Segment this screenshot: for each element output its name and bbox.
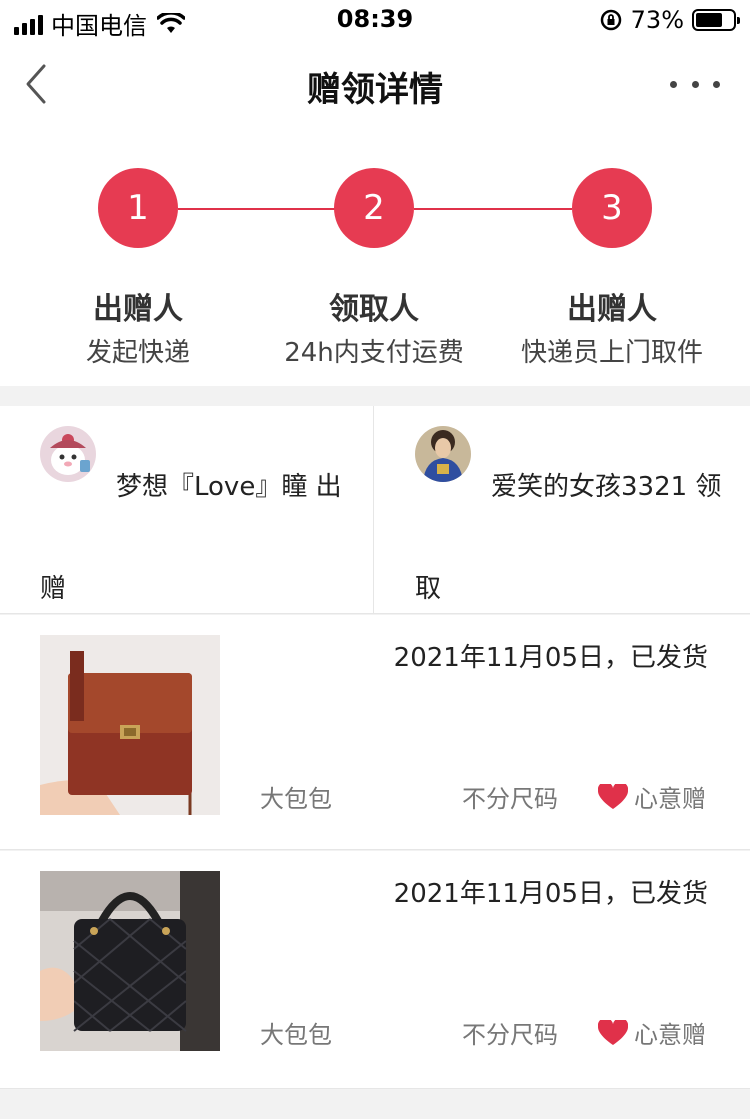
goods-tag-label: 心意赠 (634, 785, 706, 813)
giver-card[interactable]: 梦想『Love』瞳 出赠 (0, 406, 374, 614)
nav-bar: 赠领详情 (0, 40, 750, 128)
goods-name: 大包包 (260, 785, 332, 813)
goods-size: 不分尺码 (462, 1021, 558, 1049)
heart-icon (598, 783, 628, 809)
signal-icon (14, 13, 43, 35)
back-button[interactable] (18, 62, 58, 106)
goods-size: 不分尺码 (462, 785, 558, 813)
battery-percent: 73% (630, 6, 684, 34)
more-icon (670, 80, 677, 88)
step-1-title: 出赠人 (93, 292, 183, 327)
goods-tag: 心意赠 (598, 1015, 706, 1050)
goods-tag-label: 心意赠 (634, 1021, 706, 1049)
goods-status: 2021年11月05日，已发货 (393, 879, 708, 909)
step-1-desc: 发起快递 (85, 338, 190, 368)
step-3-title: 出赠人 (567, 292, 657, 327)
goods-item[interactable]: 2021年11月05日，已发货 大包包 不分尺码 心意赠 (0, 851, 750, 1089)
step-3-desc: 快递员上门取件 (520, 338, 703, 368)
step-2-desc: 24h内支付运费 (284, 338, 464, 368)
page-title: 赠领详情 (307, 70, 443, 110)
receiver-card[interactable]: 爱笑的女孩3321 领取 (375, 406, 750, 614)
more-button[interactable] (670, 70, 720, 98)
giver-text: 梦想『Love』瞳 出赠 (40, 472, 342, 604)
status-bar: 中国电信 08:39 73% (0, 0, 750, 40)
step-connector (414, 208, 572, 210)
receiver-text: 爱笑的女孩3321 领取 (415, 472, 722, 604)
step-2-number: 2 (334, 168, 414, 248)
step-1-number: 1 (98, 168, 178, 248)
rotation-lock-icon (600, 9, 621, 31)
carrier-label: 中国电信 (51, 12, 147, 40)
step-3-number: 3 (572, 168, 652, 248)
steps-section: 1 2 3 出赠人 领取人 出赠人 发起快递 24h内支付运费 快递员上门取件 (0, 128, 750, 386)
goods-status: 2021年11月05日，已发货 (393, 643, 708, 673)
goods-tag: 心意赠 (598, 779, 706, 814)
battery-icon (692, 9, 740, 31)
step-connector (178, 208, 336, 210)
chevron-left-icon (26, 64, 46, 104)
goods-name: 大包包 (260, 1021, 332, 1049)
heart-icon (598, 1019, 628, 1045)
goods-item[interactable]: 2021年11月05日，已发货 大包包 不分尺码 心意赠 (0, 615, 750, 850)
goods-thumbnail (40, 635, 220, 815)
wifi-icon (157, 12, 185, 33)
goods-thumbnail (40, 871, 220, 1051)
people-section: 梦想『Love』瞳 出赠 爱笑的女孩3321 领取 (0, 406, 750, 614)
step-2-title: 领取人 (329, 292, 419, 327)
